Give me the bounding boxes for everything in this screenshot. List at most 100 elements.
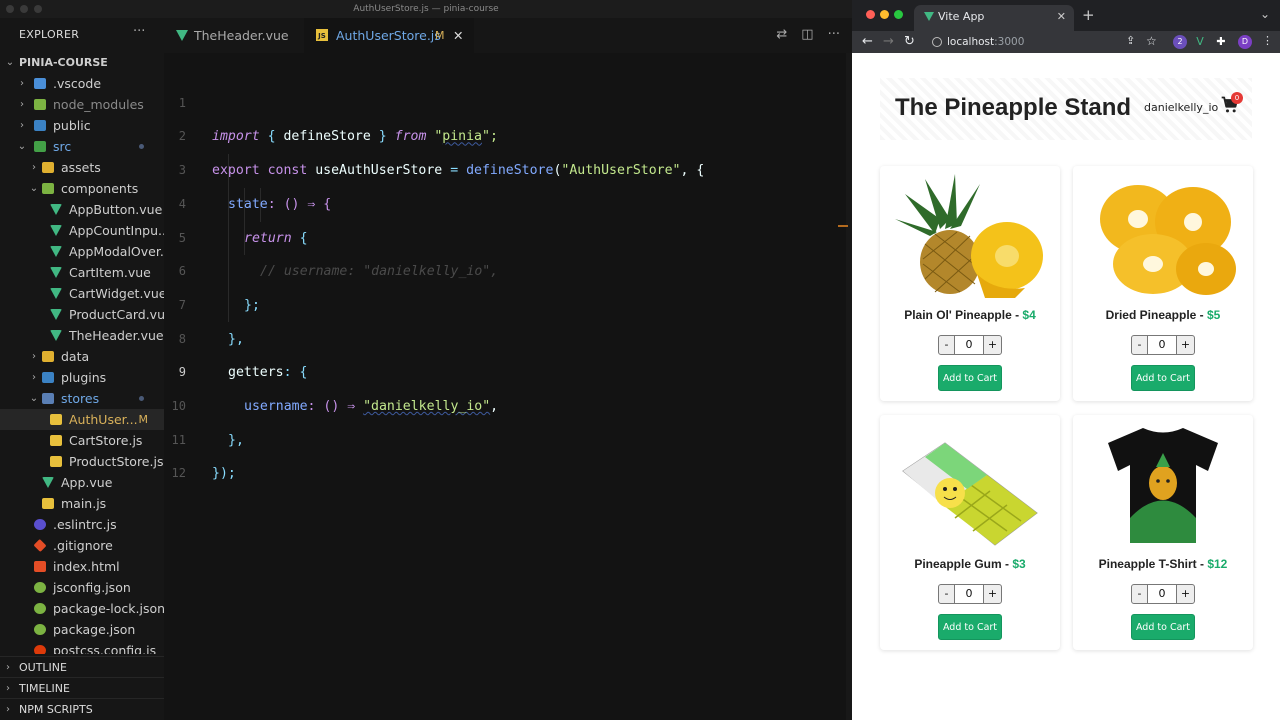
tree-item-vscode[interactable]: › .vscode [0, 73, 164, 94]
browser-window: Vite App ✕ + ⌄ ← → ↻ localhost:3000 ⇪ ☆ … [852, 0, 1280, 720]
new-tab-icon[interactable]: + [1082, 6, 1095, 24]
folder-public-icon [34, 120, 46, 131]
postcss-icon [34, 645, 46, 654]
timeline-section[interactable]: › TIMELINE [0, 677, 164, 698]
quantity-input[interactable]: 0 [955, 335, 983, 355]
quantity-input[interactable]: 0 [1148, 584, 1176, 604]
forward-icon[interactable]: → [883, 34, 894, 49]
address-bar[interactable]: localhost:3000 [926, 33, 1140, 51]
close-tab-icon[interactable]: ✕ [1057, 5, 1066, 29]
tree-item-jsconfig[interactable]: jsconfig.json [0, 577, 164, 598]
vscode-window: AuthUserStore.js — pinia-course EXPLORER… [0, 0, 852, 720]
decrement-button[interactable]: - [938, 584, 955, 604]
vscode-titlebar: AuthUserStore.js — pinia-course [0, 0, 852, 18]
more-actions-icon[interactable]: ··· [133, 24, 145, 39]
tree-item-appmodaloverlay[interactable]: AppModalOver... [0, 241, 164, 262]
add-to-cart-button[interactable]: Add to Cart [1131, 365, 1195, 391]
increment-button[interactable]: + [983, 584, 1002, 604]
decrement-button[interactable]: - [938, 335, 955, 355]
increment-button[interactable]: + [1176, 335, 1195, 355]
explorer-sidebar: EXPLORER ··· ⌄ PINIA-COURSE › .vscode › … [0, 18, 164, 720]
vue-devtools-icon[interactable]: V [1193, 35, 1207, 49]
tree-item-authuserstore[interactable]: AuthUser... M [0, 409, 164, 430]
extensions-puzzle-icon[interactable]: ✚ [1214, 35, 1228, 49]
add-to-cart-button[interactable]: Add to Cart [1131, 614, 1195, 640]
add-to-cart-button[interactable]: Add to Cart [938, 365, 1002, 391]
reload-icon[interactable]: ↻ [904, 34, 915, 49]
tree-item-app-vue[interactable]: App.vue [0, 472, 164, 493]
vue-file-icon [50, 330, 62, 341]
add-to-cart-button[interactable]: Add to Cart [938, 614, 1002, 640]
tree-item-cartitem[interactable]: CartItem.vue [0, 262, 164, 283]
window-controls[interactable] [866, 10, 903, 19]
tree-item-postcss[interactable]: postcss.config.js [0, 640, 164, 654]
json-file-icon [34, 624, 46, 635]
vue-file-icon [50, 225, 62, 236]
tree-item-node-modules[interactable]: › node_modules [0, 94, 164, 115]
quantity-input[interactable]: 0 [955, 584, 983, 604]
tree-item-cartstore[interactable]: CartStore.js [0, 430, 164, 451]
project-folder[interactable]: ⌄ PINIA-COURSE [0, 52, 164, 73]
pineapple-image [895, 174, 1043, 298]
code-editor[interactable]: 1 import { defineStore } from "pinia"; 2… [164, 53, 852, 720]
tab-search-icon[interactable]: ⌄ [1260, 7, 1270, 21]
back-icon[interactable]: ← [862, 34, 873, 49]
share-icon[interactable]: ⇪ [1126, 34, 1135, 47]
folder-data-icon [42, 351, 54, 362]
quantity-input[interactable]: 0 [1148, 335, 1176, 355]
increment-button[interactable]: + [983, 335, 1002, 355]
more-actions-icon[interactable]: ··· [828, 27, 840, 42]
bookmark-star-icon[interactable]: ☆ [1146, 34, 1157, 48]
browser-toolbar: ← → ↻ localhost:3000 ⇪ ☆ 2 V ✚ D ⋮ [852, 31, 1280, 53]
tree-item-plugins[interactable]: › plugins [0, 367, 164, 388]
folder-components-icon [42, 183, 54, 194]
browser-menu-icon[interactable]: ⋮ [1262, 34, 1273, 47]
increment-button[interactable]: + [1176, 584, 1195, 604]
folder-src-icon [34, 141, 46, 152]
tree-item-main-js[interactable]: main.js [0, 493, 164, 514]
tree-item-appcountinput[interactable]: AppCountInpu... [0, 220, 164, 241]
code-line-8: 8 getters: { [178, 331, 308, 381]
site-info-icon[interactable] [932, 37, 942, 47]
tree-item-cartwidget[interactable]: CartWidget.vue [0, 283, 164, 304]
chevron-right-icon: › [20, 120, 24, 131]
site-title: The Pineapple Stand [895, 94, 1132, 121]
tree-item-gitignore[interactable]: .gitignore [0, 535, 164, 556]
npm-scripts-section[interactable]: › NPM SCRIPTS [0, 698, 164, 719]
tree-item-stores[interactable]: ⌄ stores [0, 388, 164, 409]
folder-stores-icon [42, 393, 54, 404]
js-file-icon [50, 456, 62, 467]
extension-icon[interactable]: 2 [1173, 35, 1187, 49]
chevron-right-icon: › [32, 372, 36, 383]
decrement-button[interactable]: - [1131, 584, 1148, 604]
tree-item-assets[interactable]: › assets [0, 157, 164, 178]
browser-tab[interactable]: Vite App ✕ [914, 5, 1074, 31]
outline-section[interactable]: › OUTLINE [0, 656, 164, 677]
vue-file-icon [50, 309, 62, 320]
tree-item-productcard[interactable]: ProductCard.vue [0, 304, 164, 325]
decrement-button[interactable]: - [1131, 335, 1148, 355]
json-file-icon [34, 582, 46, 593]
tree-item-package-json[interactable]: package.json [0, 619, 164, 640]
tree-item-components[interactable]: ⌄ components [0, 178, 164, 199]
tab-theheader[interactable]: TheHeader.vue [164, 18, 304, 53]
tree-item-data[interactable]: › data [0, 346, 164, 367]
tree-item-appbutton[interactable]: AppButton.vue [0, 199, 164, 220]
chevron-right-icon: › [32, 351, 36, 362]
tree-item-src[interactable]: ⌄ src [0, 136, 164, 157]
chevron-right-icon: › [6, 683, 10, 694]
quantity-stepper: - 0 + [938, 584, 1002, 604]
window-controls[interactable] [6, 5, 42, 13]
profile-avatar-icon[interactable]: D [1238, 35, 1252, 49]
tree-item-productstore[interactable]: ProductStore.js [0, 451, 164, 472]
tree-item-package-lock[interactable]: package-lock.json [0, 598, 164, 619]
close-tab-icon[interactable]: ✕ [453, 18, 463, 53]
tree-item-eslintrc[interactable]: .eslintrc.js [0, 514, 164, 535]
tree-item-theheader[interactable]: TheHeader.vue [0, 325, 164, 346]
tree-item-index-html[interactable]: index.html [0, 556, 164, 577]
split-editor-icon[interactable]: ◫ [801, 27, 813, 42]
html-file-icon [34, 561, 46, 572]
compare-changes-icon[interactable]: ⇄ [776, 27, 787, 42]
tree-item-public[interactable]: › public [0, 115, 164, 136]
tab-authuserstore[interactable]: JS AuthUserStore.js M ✕ [304, 18, 474, 53]
